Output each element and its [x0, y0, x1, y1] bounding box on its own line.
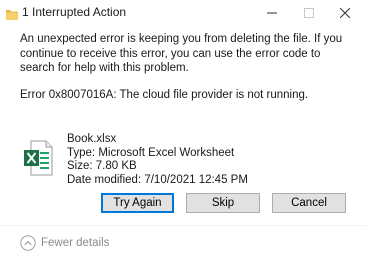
- file-type: Type: Microsoft Excel Worksheet: [67, 146, 235, 159]
- file-size: Size: 7.80 KB: [67, 160, 137, 172]
- skip-button[interactable]: Skip: [186, 193, 260, 213]
- close-button[interactable]: [328, 0, 362, 26]
- maximize-button[interactable]: [292, 0, 326, 26]
- file-date-modified: Date modified: 7/10/2021 12:45 PM: [67, 173, 248, 186]
- window-title: 1 Interrupted Action: [22, 5, 127, 19]
- file-details: Book.xlsx Type: Microsoft Excel Workshee…: [67, 133, 248, 187]
- minimize-icon: [267, 12, 277, 14]
- error-code-line: Error 0x8007016A: The cloud file provide…: [20, 89, 309, 101]
- chevron-up-circle-icon[interactable]: [20, 235, 36, 251]
- cancel-button[interactable]: Cancel: [272, 193, 346, 213]
- excel-file-icon: [23, 140, 53, 176]
- error-message: An unexpected error is keeping you from …: [20, 33, 343, 74]
- title-bar: 1 Interrupted Action: [0, 0, 366, 26]
- interrupted-action-dialog: 1 Interrupted Action An unexpected error…: [0, 0, 366, 265]
- file-name: Book.xlsx: [67, 133, 117, 145]
- fewer-details-link[interactable]: Fewer details: [41, 237, 109, 249]
- maximize-icon: [304, 8, 314, 18]
- close-icon: [340, 8, 350, 18]
- folder-icon: [6, 7, 18, 20]
- minimize-button[interactable]: [255, 0, 289, 26]
- try-again-button[interactable]: Try Again: [101, 193, 174, 213]
